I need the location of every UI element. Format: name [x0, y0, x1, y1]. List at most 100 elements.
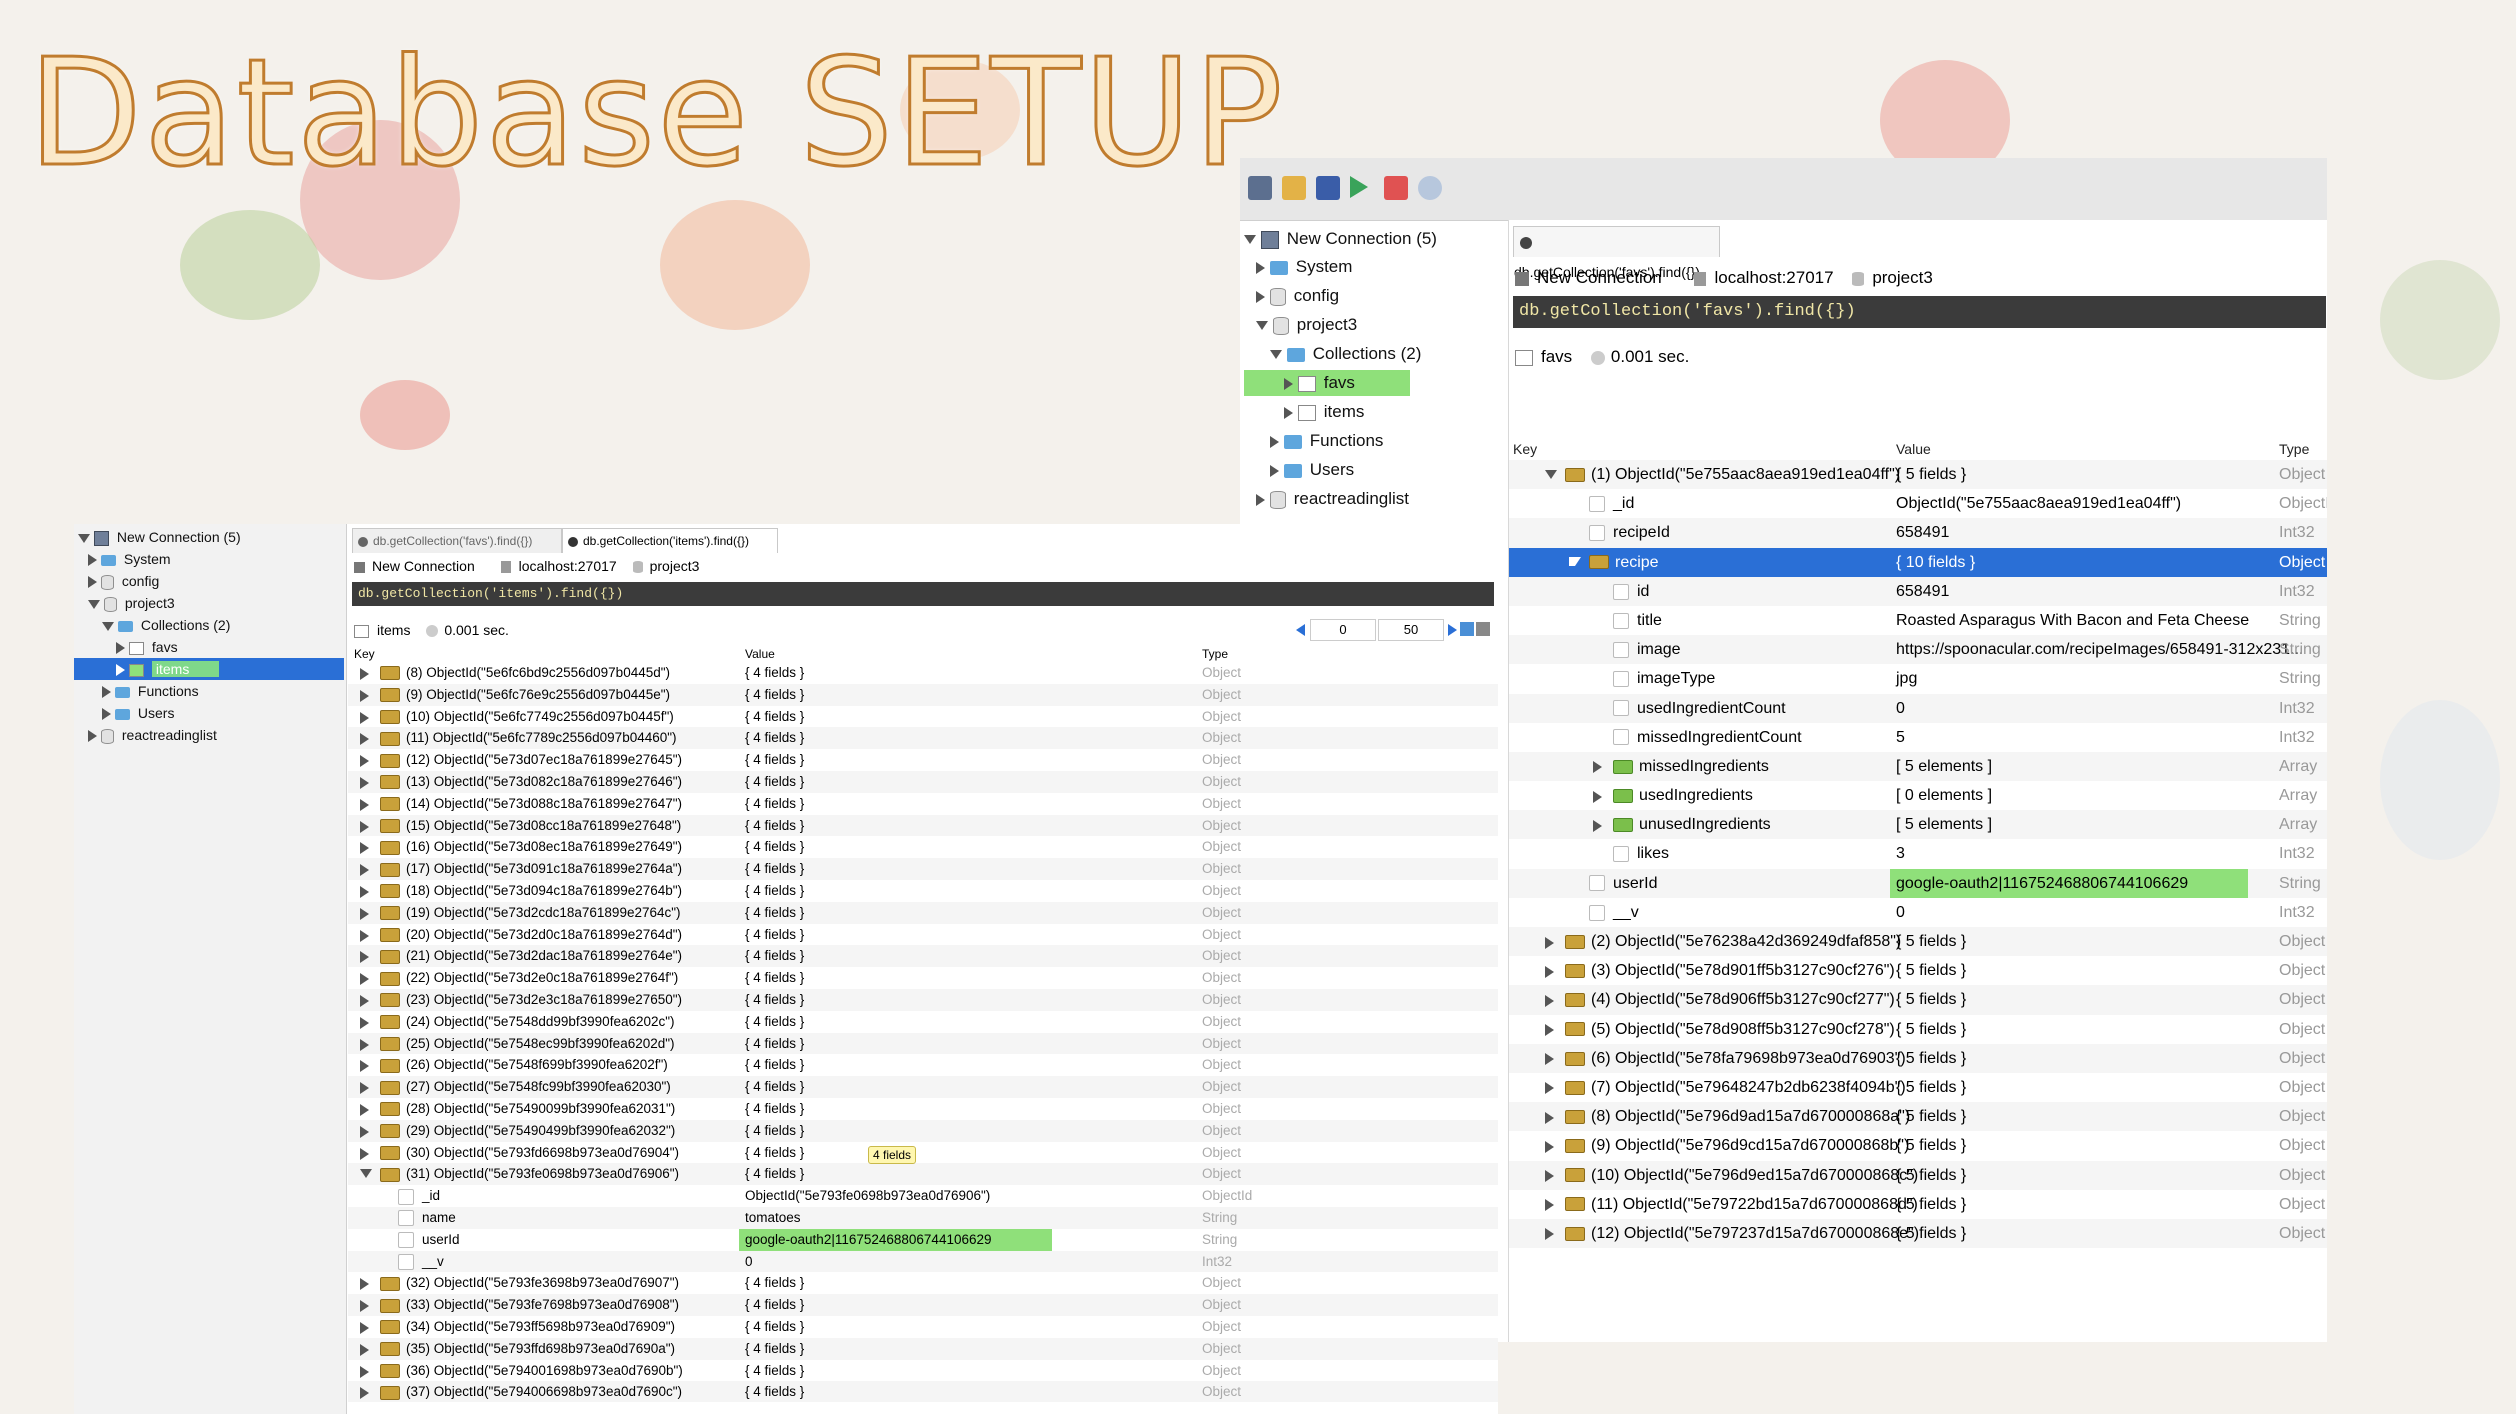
query-editor[interactable]: db.getCollection('favs').find({}) — [1513, 296, 2326, 328]
expand-icon[interactable] — [360, 798, 369, 811]
table-row[interactable]: image https://spoonacular.com/recipeImage… — [1509, 635, 2327, 665]
table-row[interactable]: (9) ObjectId("5e796d9cd15a7d670000868b")… — [1509, 1131, 2327, 1160]
table-row[interactable]: (9) ObjectId("5e6fc76e9c2556d097b0445e")… — [348, 683, 1498, 706]
expand-icon[interactable] — [1545, 1140, 1554, 1153]
table-row[interactable]: (5) ObjectId("5e78d908ff5b3127c90cf278")… — [1509, 1015, 2327, 1044]
table-row[interactable]: (3) ObjectId("5e78d901ff5b3127c90cf276")… — [1509, 956, 2327, 985]
table-row[interactable]: (7) ObjectId("5e79648247b2db6238f4094b")… — [1509, 1073, 2327, 1102]
table-row[interactable]: (1) ObjectId("5e755aac8aea919ed1ea04ff")… — [1509, 460, 2327, 490]
prev-page-icon[interactable] — [1296, 624, 1305, 636]
refresh-icon[interactable] — [1418, 176, 1442, 200]
expand-icon[interactable] — [360, 1125, 369, 1138]
tree-favs[interactable]: favs — [1244, 370, 1410, 396]
expand-icon[interactable] — [360, 842, 369, 855]
table-row[interactable]: unusedIngredients [ 5 elements ] Array — [1509, 810, 2327, 840]
tree-connection[interactable]: New Connection (5) — [1244, 226, 1437, 252]
expand-icon[interactable] — [1545, 965, 1554, 978]
expand-icon[interactable] — [1593, 761, 1602, 774]
table-row[interactable]: recipe { 10 fields } Object — [1509, 547, 2327, 577]
expand-icon[interactable] — [360, 1060, 369, 1073]
collapse-icon[interactable] — [102, 621, 114, 631]
close-tab-icon[interactable] — [358, 536, 368, 547]
table-row[interactable]: title Roasted Asparagus With Bacon and Fe… — [1509, 606, 2327, 635]
collapse-icon[interactable] — [78, 533, 90, 543]
table-row[interactable]: (17) ObjectId("5e73d091c18a761899e2764a"… — [348, 858, 1498, 880]
connect-icon[interactable] — [1248, 176, 1272, 200]
tree-users[interactable]: Users — [1270, 457, 1354, 483]
expand-icon[interactable] — [88, 730, 97, 743]
tree-config[interactable]: config — [1256, 283, 1339, 309]
expand-icon[interactable] — [360, 733, 369, 746]
next-page-icon[interactable] — [1448, 624, 1457, 636]
expand-icon[interactable] — [116, 664, 125, 677]
play-icon[interactable] — [1350, 176, 1368, 198]
table-row[interactable]: (19) ObjectId("5e73d2cdc18a761899e2764c"… — [348, 901, 1498, 924]
expand-icon[interactable] — [360, 711, 369, 724]
tree-reactreadinglist[interactable]: reactreadinglist — [1256, 486, 1409, 512]
expand-icon[interactable] — [1545, 1111, 1554, 1124]
tree-collections[interactable]: Collections (2) — [1270, 341, 1421, 367]
tree-users[interactable]: Users — [102, 702, 174, 724]
table-row[interactable]: (33) ObjectId("5e793fe7698b973ea0d76908"… — [348, 1294, 1498, 1316]
header-key[interactable]: Key — [354, 646, 375, 662]
table-row[interactable]: (21) ObjectId("5e73d2dac18a761899e2764e"… — [348, 945, 1498, 968]
expand-icon[interactable] — [1593, 819, 1602, 832]
table-row[interactable]: id 658491 Int32 — [1509, 576, 2327, 606]
skip-input[interactable]: 0 — [1310, 619, 1376, 641]
tab-favs-query[interactable]: db.getCollection('favs').find({}) — [1513, 226, 1720, 280]
limit-input[interactable]: 50 — [1378, 619, 1444, 641]
table-row[interactable]: (16) ObjectId("5e73d08ec18a761899e27649"… — [348, 836, 1498, 858]
tree-view-icon[interactable] — [1460, 622, 1474, 636]
expand-icon[interactable] — [1593, 790, 1602, 803]
expand-icon[interactable] — [1545, 994, 1554, 1007]
table-row[interactable]: (37) ObjectId("5e794006698b973ea0d7690c"… — [348, 1381, 1498, 1402]
header-value[interactable]: Value — [745, 646, 775, 662]
table-row[interactable]: userId google-oauth2|11675246880674410662… — [1509, 868, 2327, 898]
tree-system[interactable]: System — [88, 548, 171, 570]
expand-icon[interactable] — [1545, 1228, 1554, 1241]
collapse-icon[interactable] — [1256, 321, 1268, 331]
table-row[interactable]: _id ObjectId("5e793fe0698b973ea0d76906") O… — [348, 1185, 1498, 1207]
expand-icon[interactable] — [360, 929, 369, 942]
table-row[interactable]: usedIngredients [ 0 elements ] Array — [1509, 781, 2327, 810]
query-editor[interactable]: db.getCollection('items').find({}) — [352, 582, 1494, 606]
tree-functions[interactable]: Functions — [1270, 428, 1383, 454]
table-row[interactable]: recipeId 658491 Int32 — [1509, 518, 2327, 548]
expand-icon[interactable] — [360, 1038, 369, 1051]
tree-items[interactable]: items — [1284, 399, 1364, 425]
expand-icon[interactable] — [360, 907, 369, 920]
table-row[interactable]: (28) ObjectId("5e75490099bf3990fea62031"… — [348, 1098, 1498, 1120]
close-tab-icon[interactable] — [1520, 237, 1532, 250]
expand-icon[interactable] — [1545, 1024, 1554, 1037]
expand-icon[interactable] — [1270, 435, 1279, 448]
table-row[interactable]: (8) ObjectId("5e6fc6bd9c2556d097b0445d")… — [348, 662, 1498, 684]
table-row[interactable]: (26) ObjectId("5e7548f699bf3990fea6202f"… — [348, 1054, 1498, 1076]
table-row[interactable]: (11) ObjectId("5e6fc7789c2556d097b04460"… — [348, 727, 1498, 750]
table-row[interactable]: (15) ObjectId("5e73d08cc18a761899e27648"… — [348, 814, 1498, 837]
expand-icon[interactable] — [360, 1365, 369, 1378]
expand-icon[interactable] — [1256, 261, 1265, 274]
expand-icon[interactable] — [1545, 1199, 1554, 1212]
table-row[interactable]: usedIngredientCount 0 Int32 — [1509, 693, 2327, 723]
table-row[interactable]: (23) ObjectId("5e73d2e3c18a761899e27650"… — [348, 988, 1498, 1011]
table-row[interactable]: (35) ObjectId("5e793ffd698b973ea0d7690a"… — [348, 1337, 1498, 1360]
table-row[interactable]: (30) ObjectId("5e793fd6698b973ea0d76904"… — [348, 1142, 1498, 1164]
expand-icon[interactable] — [360, 1082, 369, 1095]
table-row[interactable]: (24) ObjectId("5e7548dd99bf3990fea6202c"… — [348, 1011, 1498, 1033]
header-value[interactable]: Value — [1896, 438, 1931, 460]
expand-icon[interactable] — [360, 1016, 369, 1029]
expand-icon[interactable] — [1545, 1170, 1554, 1182]
tree-config[interactable]: config — [88, 570, 159, 592]
table-row[interactable]: missedIngredientCount 5 Int32 — [1509, 723, 2327, 752]
expand-icon[interactable] — [360, 668, 369, 680]
expand-icon[interactable] — [360, 820, 369, 833]
tree-collections[interactable]: Collections (2) — [102, 614, 230, 636]
expand-icon[interactable] — [360, 973, 369, 986]
expand-icon[interactable] — [360, 1278, 369, 1291]
table-row[interactable]: (32) ObjectId("5e793fe3698b973ea0d76907"… — [348, 1272, 1498, 1294]
table-row[interactable]: missedIngredients [ 5 elements ] Array — [1509, 751, 2327, 782]
expand-icon[interactable] — [88, 576, 97, 589]
tree-project3[interactable]: project3 — [1256, 312, 1357, 338]
expand-icon[interactable] — [360, 885, 369, 898]
expand-icon[interactable] — [360, 776, 369, 789]
